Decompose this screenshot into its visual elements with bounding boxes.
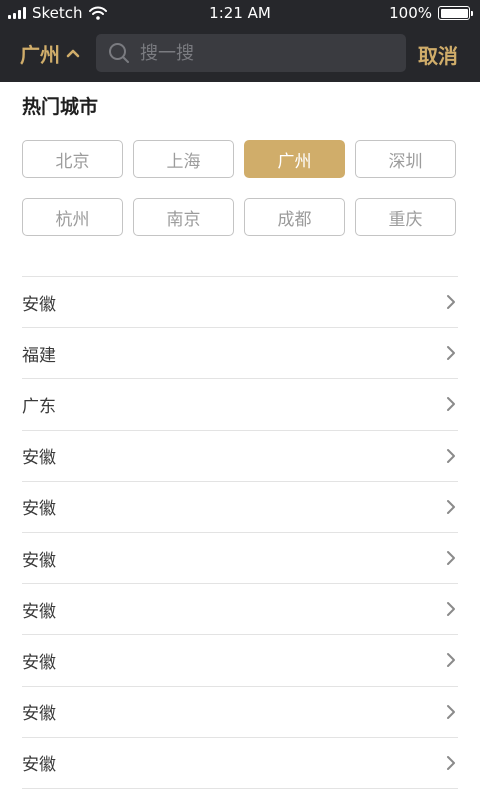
province-name: 安徽 xyxy=(22,499,56,520)
province-name: 安徽 xyxy=(22,704,56,725)
hot-city-button[interactable]: 上海 xyxy=(133,140,234,178)
search-input[interactable] xyxy=(140,42,380,64)
list-item[interactable]: 安徽 xyxy=(22,533,458,585)
chevron-right-icon xyxy=(447,755,455,770)
hot-cities-title: 热门城市 xyxy=(22,96,99,118)
province-name: 安徽 xyxy=(22,294,56,315)
province-name: 安徽 xyxy=(22,550,56,571)
chevron-right-icon xyxy=(447,602,455,617)
hot-city-button-selected[interactable]: 广州 xyxy=(244,140,345,178)
chevron-right-icon xyxy=(447,295,455,310)
chevron-right-icon xyxy=(447,499,455,514)
battery-icon xyxy=(438,6,473,20)
status-bar: Sketch 1:21 AM 100% xyxy=(0,0,480,26)
list-item[interactable]: 安徽 xyxy=(22,738,458,789)
chevron-right-icon xyxy=(447,448,455,463)
province-name: 安徽 xyxy=(22,448,56,469)
list-item[interactable]: 安徽 xyxy=(22,277,458,329)
header: Sketch 1:21 AM 100% 广州 取消 xyxy=(0,0,480,82)
hot-city-button[interactable]: 重庆 xyxy=(355,198,456,236)
list-item[interactable]: 安徽 xyxy=(22,584,458,636)
hot-cities-grid: 北京 上海 广州 深圳 杭州 南京 成都 重庆 xyxy=(22,140,458,236)
list-item[interactable]: 安徽 xyxy=(22,431,458,482)
chevron-right-icon xyxy=(447,397,455,412)
list-item[interactable]: 安徽 xyxy=(22,482,458,533)
hot-city-button[interactable]: 北京 xyxy=(22,140,123,178)
hot-city-button[interactable]: 成都 xyxy=(244,198,345,236)
province-list: 安徽 福建 广东 安徽 安徽 安徽 安徽 安徽 安徽 安徽 xyxy=(22,276,458,789)
current-city-label: 广州 xyxy=(20,42,60,67)
search-box[interactable] xyxy=(96,34,406,72)
hot-city-button[interactable]: 南京 xyxy=(133,198,234,236)
list-item[interactable]: 安徽 xyxy=(22,635,458,687)
current-city-toggle[interactable]: 广州 xyxy=(20,38,80,68)
chevron-up-icon xyxy=(66,49,80,58)
list-item[interactable]: 广东 xyxy=(22,379,458,431)
nav-bar: 广州 取消 xyxy=(0,32,480,74)
cancel-button[interactable]: 取消 xyxy=(418,40,458,69)
province-name: 福建 xyxy=(22,345,56,366)
hot-city-button[interactable]: 深圳 xyxy=(355,140,456,178)
search-icon xyxy=(109,43,129,63)
province-name: 广东 xyxy=(22,396,56,417)
province-name: 安徽 xyxy=(22,755,56,776)
battery-percent: 100% xyxy=(389,4,432,22)
list-item[interactable]: 福建 xyxy=(22,328,458,380)
list-item[interactable]: 安徽 xyxy=(22,687,458,738)
chevron-right-icon xyxy=(447,346,455,361)
province-name: 安徽 xyxy=(22,652,56,673)
hot-city-button[interactable]: 杭州 xyxy=(22,198,123,236)
province-name: 安徽 xyxy=(22,601,56,622)
chevron-right-icon xyxy=(447,704,455,719)
chevron-right-icon xyxy=(447,653,455,668)
chevron-right-icon xyxy=(447,551,455,566)
